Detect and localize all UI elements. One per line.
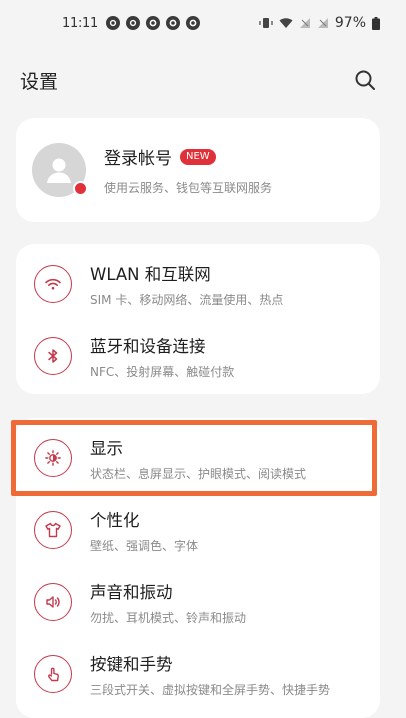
settings-item-sound[interactable]: 声音和振动 勿扰、耳机模式、铃声和振动: [16, 566, 380, 638]
status-left: 11:11: [62, 16, 200, 31]
status-bar: 11:11 97%: [0, 0, 406, 46]
wifi-signal-icon: [279, 17, 293, 29]
status-time: 11:11: [62, 15, 98, 31]
row-text: 按键和手势 三段式开关、虚拟按键和全屏手势、快捷手势: [90, 651, 330, 698]
vibrate-icon: [259, 17, 273, 29]
account-row[interactable]: 登录帐号 NEW 使用云服务、钱包等互联网服务: [16, 118, 380, 222]
notification-icon: [165, 16, 180, 30]
row-subtitle: 状态栏、息屏显示、护眼模式、阅读模式: [90, 466, 307, 481]
row-title: 个性化: [90, 510, 140, 530]
row-text: 蓝牙和设备连接 NFC、投射屏幕、触碰付款: [90, 333, 234, 380]
notification-dot: [73, 181, 88, 196]
row-subtitle: 勿扰、耳机模式、铃声和振动: [90, 610, 247, 625]
new-badge: NEW: [180, 148, 216, 165]
account-card[interactable]: 登录帐号 NEW 使用云服务、钱包等互联网服务: [16, 118, 380, 222]
wifi-icon: [34, 265, 72, 303]
user-icon: [47, 158, 71, 183]
notification-icon: [145, 16, 160, 30]
page-title: 设置: [20, 70, 59, 93]
row-text: WLAN 和互联网 SIM 卡、移动网络、流量使用、热点: [90, 261, 283, 308]
notification-icon: [125, 16, 140, 30]
network-card: WLAN 和互联网 SIM 卡、移动网络、流量使用、热点 蓝牙和设备连接 NFC…: [16, 244, 380, 394]
settings-item-bluetooth[interactable]: 蓝牙和设备连接 NFC、投射屏幕、触碰付款: [16, 320, 380, 392]
row-subtitle: 壁纸、强调色、字体: [90, 538, 199, 553]
account-title-line: 登录帐号 NEW: [104, 144, 272, 169]
settings-item-personalization[interactable]: 个性化 壁纸、强调色、字体: [16, 494, 380, 566]
notification-icon: [185, 16, 200, 30]
account-text: 登录帐号 NEW 使用云服务、钱包等互联网服务: [104, 144, 272, 196]
search-button[interactable]: [352, 67, 378, 93]
search-icon: [355, 70, 375, 90]
bluetooth-icon: [34, 337, 72, 375]
row-title: 按键和手势: [90, 654, 173, 674]
battery-icon: [372, 16, 380, 30]
row-title: 蓝牙和设备连接: [90, 336, 206, 356]
row-title: 显示: [90, 438, 123, 458]
avatar: [32, 143, 88, 197]
speaker-icon: [34, 583, 72, 621]
row-text: 个性化 壁纸、强调色、字体: [90, 507, 198, 554]
gesture-icon: [34, 655, 72, 693]
row-title: WLAN 和互联网: [90, 264, 211, 284]
row-subtitle: SIM 卡、移动网络、流量使用、热点: [90, 292, 284, 307]
settings-item-gestures[interactable]: 按键和手势 三段式开关、虚拟按键和全屏手势、快捷手势: [16, 638, 380, 710]
row-subtitle: NFC、投射屏幕、触碰付款: [90, 364, 235, 379]
status-right: 97%: [259, 15, 380, 31]
no-signal-icon: [317, 17, 329, 29]
settings-item-wlan[interactable]: WLAN 和互联网 SIM 卡、移动网络、流量使用、热点: [16, 248, 380, 320]
account-subtitle: 使用云服务、钱包等互联网服务: [104, 181, 273, 195]
row-subtitle: 三段式开关、虚拟按键和全屏手势、快捷手势: [90, 682, 331, 697]
row-text: 声音和振动 勿扰、耳机模式、铃声和振动: [90, 579, 246, 626]
settings-item-display[interactable]: 显示 状态栏、息屏显示、护眼模式、阅读模式: [16, 422, 380, 494]
notification-icon: [105, 16, 120, 30]
tshirt-icon: [34, 511, 72, 549]
no-signal-icon: [299, 17, 311, 29]
display-card: 显示 状态栏、息屏显示、护眼模式、阅读模式 个性化 壁纸、强调色、字体 声音和振…: [16, 418, 380, 718]
battery-level: 97%: [334, 15, 366, 31]
top-bar: 设置: [0, 58, 406, 102]
account-title: 登录帐号: [104, 149, 172, 169]
row-text: 显示 状态栏、息屏显示、护眼模式、阅读模式: [90, 435, 306, 482]
brightness-icon: [34, 439, 72, 477]
row-title: 声音和振动: [90, 582, 173, 602]
